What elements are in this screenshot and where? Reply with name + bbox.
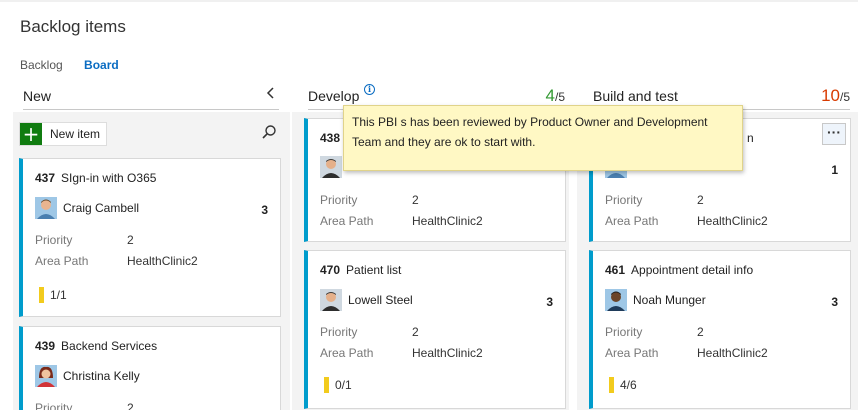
- card-437[interactable]: 437 SIgn-in with O365 Craig Cambell 3 Pri…: [19, 158, 281, 317]
- new-item-button[interactable]: + New item: [19, 122, 108, 146]
- card-title[interactable]: 437 SIgn-in with O365: [35, 171, 156, 185]
- column-header-new: New: [23, 84, 279, 110]
- card-effort: 3: [546, 295, 553, 309]
- info-icon[interactable]: i: [364, 84, 375, 95]
- priority-value: 2: [697, 325, 704, 339]
- column-name-new: New: [23, 88, 52, 104]
- priority-label: Priority: [35, 401, 73, 410]
- area-path-label: Area Path: [35, 254, 89, 268]
- card-assignee: Craig Cambell: [35, 197, 139, 219]
- card-assignee: Christina Kelly: [35, 365, 140, 387]
- task-progress[interactable]: 4/6: [609, 377, 637, 393]
- priority-value: 2: [697, 193, 704, 207]
- area-path-value: HealthClinic2: [127, 254, 198, 268]
- task-progress[interactable]: 1/1: [39, 287, 67, 303]
- card-effort: 3: [261, 203, 268, 217]
- priority-label: Priority: [605, 325, 643, 339]
- avatar: [35, 365, 57, 387]
- area-path-value: HealthClinic2: [412, 214, 483, 228]
- area-path-value: HealthClinic2: [697, 214, 768, 228]
- priority-label: Priority: [605, 193, 643, 207]
- card-title[interactable]: n: [747, 131, 754, 145]
- column-name-build: Build and test: [593, 88, 678, 104]
- page-title: Backlog items: [20, 17, 126, 36]
- more-actions-button[interactable]: ···: [822, 123, 846, 145]
- tab-backlog[interactable]: Backlog: [20, 58, 63, 72]
- priority-label: Priority: [35, 233, 73, 247]
- wip-limit-develop: 4/5: [545, 86, 565, 105]
- avatar: [605, 289, 627, 311]
- new-item-label: New item: [50, 127, 101, 141]
- area-path-value: HealthClinic2: [412, 346, 483, 360]
- priority-value: 2: [127, 401, 134, 410]
- card-assignee: Noah Munger: [605, 289, 706, 311]
- search-icon[interactable]: [261, 124, 277, 140]
- card-title[interactable]: 439 Backend Services: [35, 339, 157, 353]
- card-title[interactable]: 461 Appointment detail info: [605, 263, 753, 277]
- priority-value: 2: [412, 193, 419, 207]
- task-progress-bar: [324, 377, 329, 393]
- plus-icon: +: [20, 123, 42, 145]
- area-path-label: Area Path: [320, 214, 374, 228]
- card-title[interactable]: 470 Patient list: [320, 263, 401, 277]
- column-name-develop: Develop: [308, 88, 360, 104]
- priority-label: Priority: [320, 193, 358, 207]
- avatar: [35, 197, 57, 219]
- area-path-value: HealthClinic2: [697, 346, 768, 360]
- top-border: [0, 0, 858, 2]
- wip-limit-build: 10/5: [821, 86, 850, 105]
- area-path-label: Area Path: [320, 346, 374, 360]
- pivot-bar: Backlog Board: [20, 58, 137, 72]
- area-path-label: Area Path: [605, 346, 659, 360]
- task-progress-bar: [609, 377, 614, 393]
- task-progress[interactable]: 0/1: [324, 377, 352, 393]
- priority-value: 2: [127, 233, 134, 247]
- card-effort: 3: [831, 295, 838, 309]
- avatar: [320, 289, 342, 311]
- priority-value: 2: [412, 325, 419, 339]
- priority-label: Priority: [320, 325, 358, 339]
- task-progress-bar: [39, 287, 44, 303]
- tab-board[interactable]: Board: [84, 58, 119, 72]
- card-439[interactable]: 439 Backend Services Christina Kelly Prio…: [19, 326, 281, 410]
- column-description-tooltip: This PBI s has been reviewed by Product …: [343, 105, 743, 171]
- card-470[interactable]: 470 Patient list Lowell Steel 3 Priority …: [304, 250, 566, 409]
- card-effort: 1: [831, 163, 838, 177]
- avatar: [320, 156, 342, 178]
- card-assignee: Lowell Steel: [320, 289, 413, 311]
- area-path-label: Area Path: [605, 214, 659, 228]
- chevron-left-icon[interactable]: [265, 86, 277, 104]
- card-461[interactable]: 461 Appointment detail info Noah Munger 3…: [589, 250, 851, 409]
